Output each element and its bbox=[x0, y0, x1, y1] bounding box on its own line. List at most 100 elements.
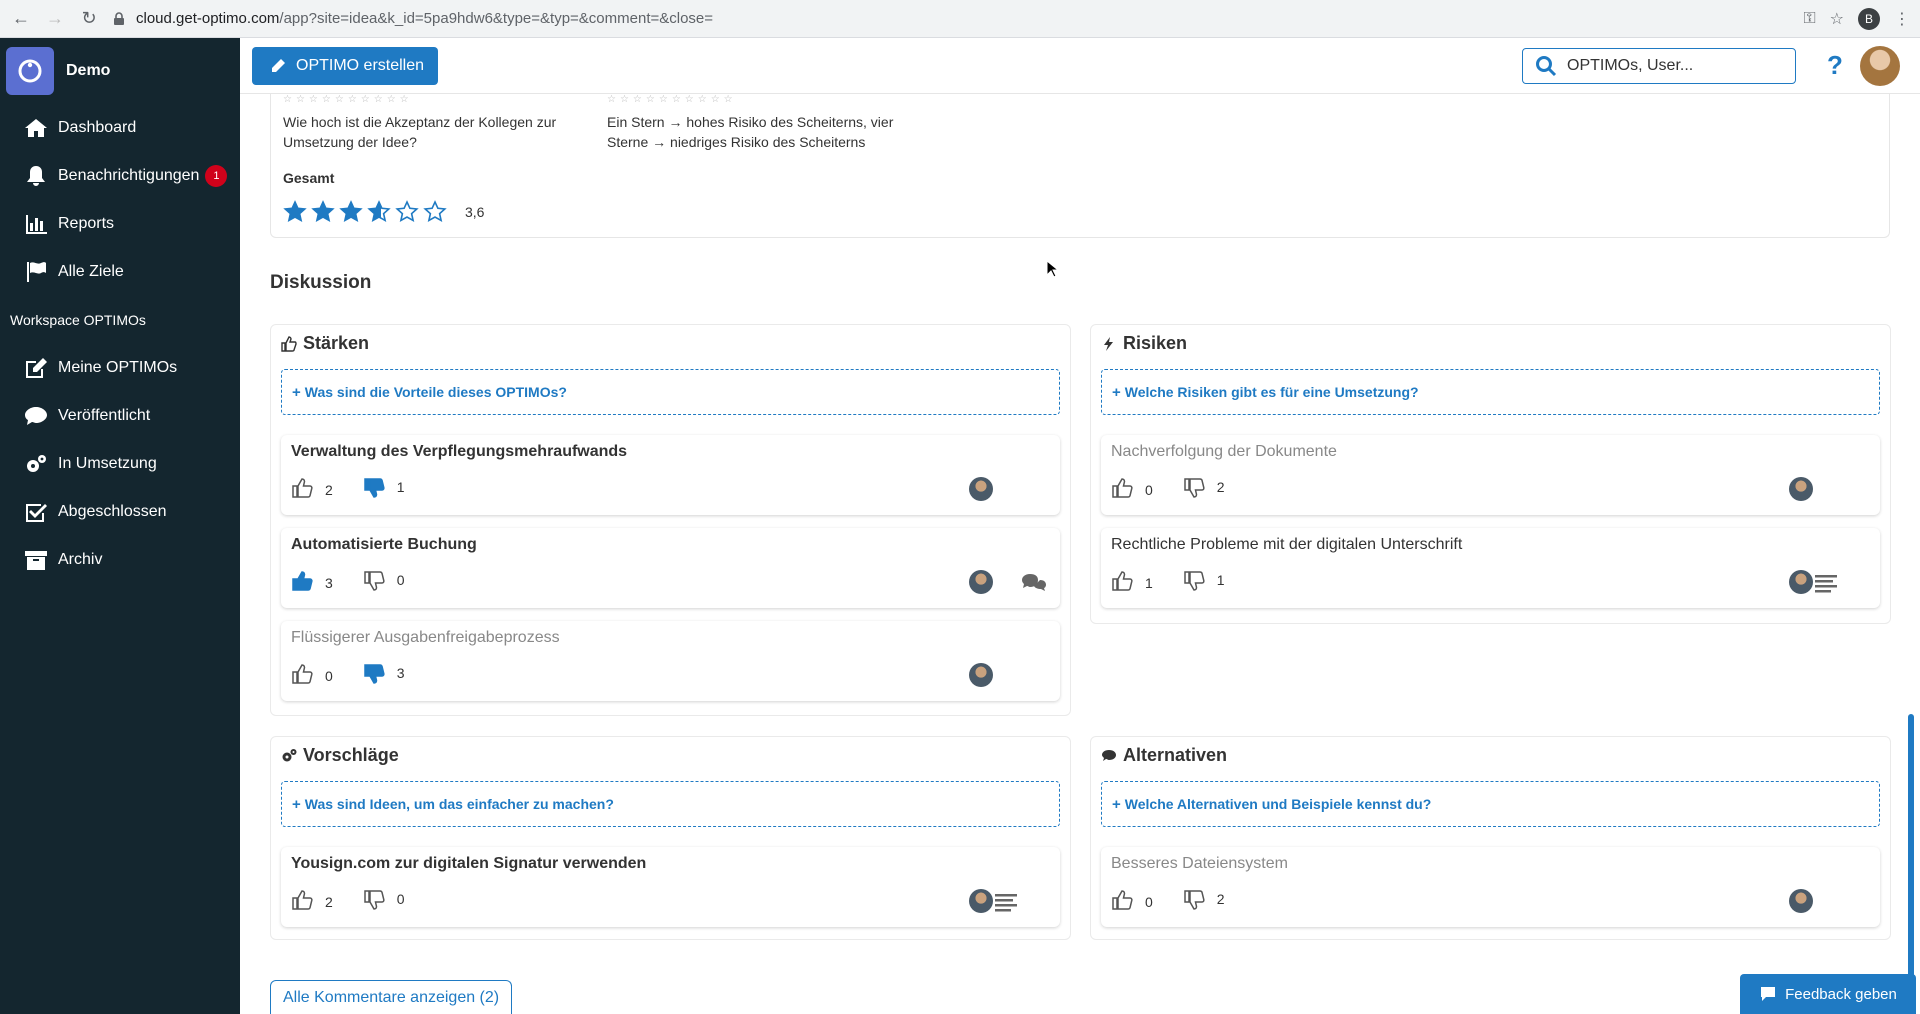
thumbs-down-icon[interactable] bbox=[363, 477, 385, 502]
app-header: OPTIMO erstellen ? bbox=[240, 38, 1920, 94]
comments-icon[interactable] bbox=[1021, 572, 1047, 594]
star-icon bbox=[283, 200, 307, 222]
alternativen-title: Alternativen bbox=[1123, 745, 1228, 765]
comment-title: Rechtliche Probleme mit der digitalen Un… bbox=[1111, 536, 1463, 553]
sidebar-item-reports[interactable]: Reports bbox=[0, 200, 240, 248]
reload-icon[interactable]: ↻ bbox=[76, 6, 102, 32]
sidebar-item-benachrichtigungen[interactable]: Benachrichtigungen 1 bbox=[0, 152, 240, 200]
add-risiko-button[interactable]: + Welche Risiken gibt es für eine Umsetz… bbox=[1101, 369, 1880, 415]
author-avatar[interactable] bbox=[1789, 477, 1813, 501]
sidebar-item-meine-optimos[interactable]: Meine OPTIMOs bbox=[0, 344, 240, 392]
thumbs-down-icon[interactable] bbox=[1183, 570, 1205, 595]
gears-icon bbox=[282, 748, 297, 761]
comment-card[interactable]: Besseres Dateiensystem 0 2 bbox=[1101, 847, 1880, 927]
bell-icon bbox=[27, 166, 45, 186]
comment-card[interactable]: Nachverfolgung der Dokumente 0 2 bbox=[1101, 435, 1880, 515]
thumbs-down-icon[interactable] bbox=[363, 889, 385, 914]
upvote-count: 0 bbox=[1145, 893, 1153, 910]
sidebar-item-archiv[interactable]: Archiv bbox=[0, 536, 240, 584]
overall-star-rating: 3,6 bbox=[283, 200, 484, 224]
comment-card[interactable]: Automatisierte Buchung 3 0 bbox=[281, 528, 1060, 608]
text-lines-icon[interactable] bbox=[1813, 572, 1839, 594]
user-avatar[interactable] bbox=[1860, 46, 1900, 86]
add-alternative-label: Welche Alternativen und Beispiele kennst… bbox=[1124, 796, 1432, 812]
brand[interactable]: Demo bbox=[0, 38, 240, 104]
checkbox-icon bbox=[26, 504, 47, 522]
add-vorschlag-button[interactable]: + Was sind Ideen, um das einfacher zu ma… bbox=[281, 781, 1060, 827]
forward-icon[interactable]: → bbox=[42, 6, 68, 32]
key-icon[interactable]: ⚿ bbox=[1803, 10, 1815, 28]
author-avatar[interactable] bbox=[969, 477, 993, 501]
thumbs-down-icon[interactable] bbox=[363, 663, 385, 688]
downvote-count: 3 bbox=[396, 664, 405, 681]
add-vorschlag-label: Was sind Ideen, um das einfacher zu mach… bbox=[304, 796, 614, 812]
home-icon bbox=[25, 119, 47, 137]
comment-title: Nachverfolgung der Dokumente bbox=[1111, 443, 1337, 460]
rating-card: ☆☆☆☆☆☆☆☆☆☆ ☆☆☆☆☆☆☆☆☆☆ Wie hoch ist die A… bbox=[270, 94, 1890, 238]
sidebar-item-alle-ziele[interactable]: Alle Ziele bbox=[0, 248, 240, 296]
sidebar-item-label: Alle Ziele bbox=[58, 263, 124, 280]
comment-card[interactable]: Flüssigerer Ausgabenfreigabeprozess 0 3 bbox=[281, 621, 1060, 701]
downvote-count: 2 bbox=[1216, 478, 1225, 495]
star-icon bbox=[423, 200, 447, 222]
thumbs-up-icon[interactable] bbox=[1111, 477, 1133, 502]
vote-group: 2 0 bbox=[291, 889, 435, 914]
search-box[interactable] bbox=[1522, 48, 1796, 84]
optimo-logo-icon bbox=[6, 47, 54, 95]
help-icon[interactable]: ? bbox=[1820, 50, 1850, 80]
plus-icon: + bbox=[1112, 795, 1121, 813]
back-icon[interactable]: ← bbox=[8, 6, 34, 32]
author-avatar[interactable] bbox=[969, 570, 993, 594]
create-optimo-button[interactable]: OPTIMO erstellen bbox=[252, 47, 438, 85]
bolt-icon bbox=[1104, 336, 1113, 351]
sidebar: Demo Dashboard Benachrichtigungen 1 Repo… bbox=[0, 38, 240, 1014]
add-staerke-button[interactable]: + Was sind die Vorteile dieses OPTIMOs? bbox=[281, 369, 1060, 415]
author-avatar[interactable] bbox=[1789, 570, 1813, 594]
lock-icon bbox=[114, 11, 124, 25]
thumbs-up-icon[interactable] bbox=[291, 570, 313, 595]
brand-name: Demo bbox=[66, 62, 111, 79]
feedback-button[interactable]: Feedback geben bbox=[1740, 974, 1916, 1014]
chat-icon bbox=[1761, 987, 1776, 1001]
thumbs-down-icon[interactable] bbox=[1183, 477, 1205, 502]
sidebar-item-label: Archiv bbox=[58, 551, 103, 568]
sidebar-item-dashboard[interactable]: Dashboard bbox=[0, 104, 240, 152]
vorschlaege-title: Vorschläge bbox=[303, 745, 399, 765]
gears-icon bbox=[27, 455, 46, 472]
vote-group: 1 1 bbox=[1111, 570, 1255, 595]
discussion-title: Diskussion bbox=[270, 272, 372, 293]
text-lines-icon[interactable] bbox=[993, 891, 1019, 913]
edit-icon bbox=[26, 358, 47, 378]
sidebar-item-veroeffentlicht[interactable]: Veröffentlicht bbox=[0, 392, 240, 440]
search-input[interactable] bbox=[1567, 57, 1767, 75]
author-avatar[interactable] bbox=[969, 889, 993, 913]
thumbs-up-icon[interactable] bbox=[291, 663, 313, 688]
sidebar-item-label: Veröffentlicht bbox=[58, 407, 151, 424]
comment-card[interactable]: Yousign.com zur digitalen Signatur verwe… bbox=[281, 847, 1060, 927]
comment-card[interactable]: Verwaltung des Verpflegungsmehraufwands … bbox=[281, 435, 1060, 515]
bookmark-star-icon[interactable]: ☆ bbox=[1830, 9, 1844, 29]
add-alternative-button[interactable]: + Welche Alternativen und Beispiele kenn… bbox=[1101, 781, 1880, 827]
thumbs-up-icon[interactable] bbox=[1111, 889, 1133, 914]
sidebar-item-in-umsetzung[interactable]: In Umsetzung bbox=[0, 440, 240, 488]
flag-icon bbox=[27, 262, 46, 282]
chat-icon bbox=[1102, 749, 1116, 761]
profile-avatar[interactable]: B bbox=[1858, 7, 1880, 30]
author-avatar[interactable] bbox=[969, 663, 993, 687]
author-avatar[interactable] bbox=[1789, 889, 1813, 913]
sidebar-item-abgeschlossen[interactable]: Abgeschlossen bbox=[0, 488, 240, 536]
thumbs-up-icon[interactable] bbox=[1111, 570, 1133, 595]
thumbs-down-icon[interactable] bbox=[1183, 889, 1205, 914]
thumbs-up-icon[interactable] bbox=[291, 889, 313, 914]
show-all-comments-button[interactable]: Alle Kommentare anzeigen (2) bbox=[270, 980, 513, 1014]
risiken-panel: Risiken + Welche Risiken gibt es für ein… bbox=[1090, 324, 1891, 624]
notification-badge: 1 bbox=[205, 165, 228, 187]
comment-card[interactable]: Rechtliche Probleme mit der digitalen Un… bbox=[1101, 528, 1880, 608]
thumbs-down-icon[interactable] bbox=[363, 570, 385, 595]
menu-dots-icon[interactable]: ⋮ bbox=[1894, 9, 1910, 29]
thumbs-up-icon[interactable] bbox=[291, 477, 313, 502]
url-path: /app?site=idea&k_id=5pa9hdw6&type=&typ=&… bbox=[279, 10, 714, 27]
comment-title: Verwaltung des Verpflegungsmehraufwands bbox=[291, 443, 628, 460]
scrollbar-thumb[interactable] bbox=[1908, 714, 1914, 1014]
address-bar[interactable]: cloud.get-optimo.com/app?site=idea&k_id=… bbox=[112, 5, 1803, 33]
